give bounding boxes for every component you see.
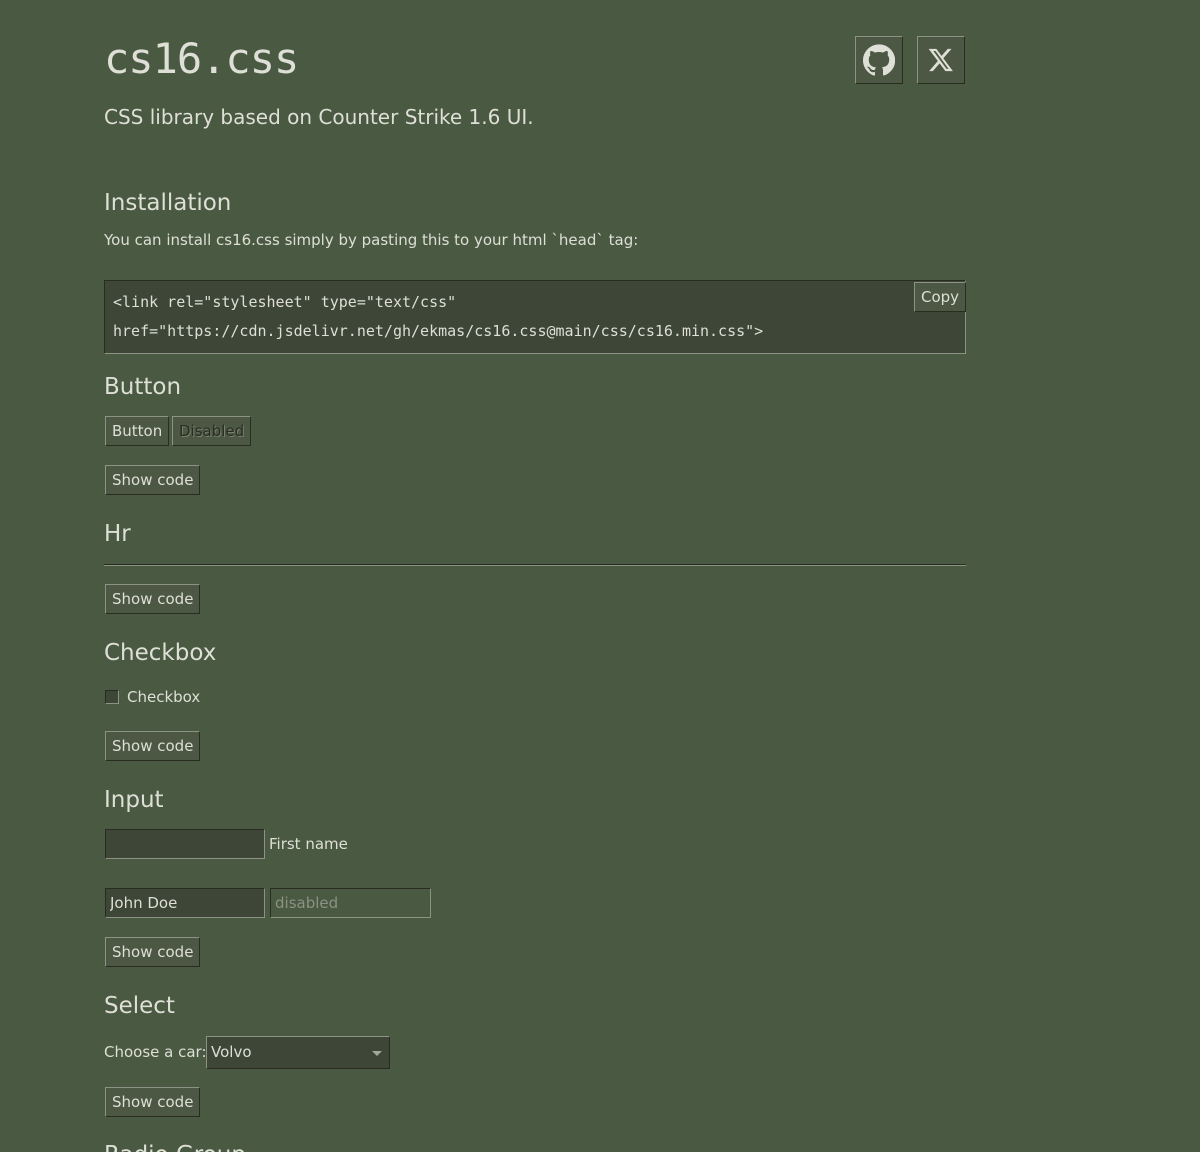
input-heading: Input xyxy=(104,787,164,813)
show-code-button[interactable]: Show code xyxy=(105,584,201,614)
show-code-button[interactable]: Show code xyxy=(105,465,201,495)
car-select[interactable]: Volvo xyxy=(206,1036,390,1069)
demo-checkbox[interactable] xyxy=(105,690,119,704)
chevron-down-icon xyxy=(372,1051,382,1056)
github-link[interactable] xyxy=(855,36,903,84)
demo-button[interactable]: Button xyxy=(105,416,170,446)
disabled-button: Disabled xyxy=(172,416,252,446)
code-line: <link rel="stylesheet" type="text/css" xyxy=(113,293,457,311)
horizontal-rule xyxy=(104,564,966,566)
installation-description: You can install cs16.css simply by pasti… xyxy=(104,231,639,249)
select-heading: Select xyxy=(104,993,175,1019)
install-code-block: <link rel="stylesheet" type="text/css" h… xyxy=(104,280,967,354)
show-code-button[interactable]: Show code xyxy=(105,731,201,761)
disabled-input xyxy=(270,888,431,918)
page: cs16.css CSS library based on Counter St… xyxy=(0,0,1200,1152)
first-name-input[interactable] xyxy=(105,829,265,859)
checkbox-heading: Checkbox xyxy=(104,640,217,666)
github-icon xyxy=(863,44,895,76)
radio-group-heading: Radio Group xyxy=(104,1140,246,1152)
show-code-button[interactable]: Show code xyxy=(105,1087,201,1117)
button-heading: Button xyxy=(104,374,182,400)
installation-heading: Installation xyxy=(104,190,232,216)
show-code-button[interactable]: Show code xyxy=(105,937,201,967)
select-label: Choose a car: xyxy=(104,1043,207,1061)
first-name-label: First name xyxy=(269,835,348,853)
code-line: href="https://cdn.jsdelivr.net/gh/ekmas/… xyxy=(113,322,764,340)
x-link[interactable] xyxy=(917,36,965,84)
hr-heading: Hr xyxy=(104,521,131,547)
x-logo-icon xyxy=(928,48,953,72)
page-title: cs16.css xyxy=(104,34,299,83)
select-value: Volvo xyxy=(211,1043,252,1061)
copy-button[interactable]: Copy xyxy=(914,282,967,312)
checkbox-label: Checkbox xyxy=(127,688,201,706)
page-subtitle: CSS library based on Counter Strike 1.6 … xyxy=(104,105,534,129)
name-input[interactable] xyxy=(105,888,265,918)
